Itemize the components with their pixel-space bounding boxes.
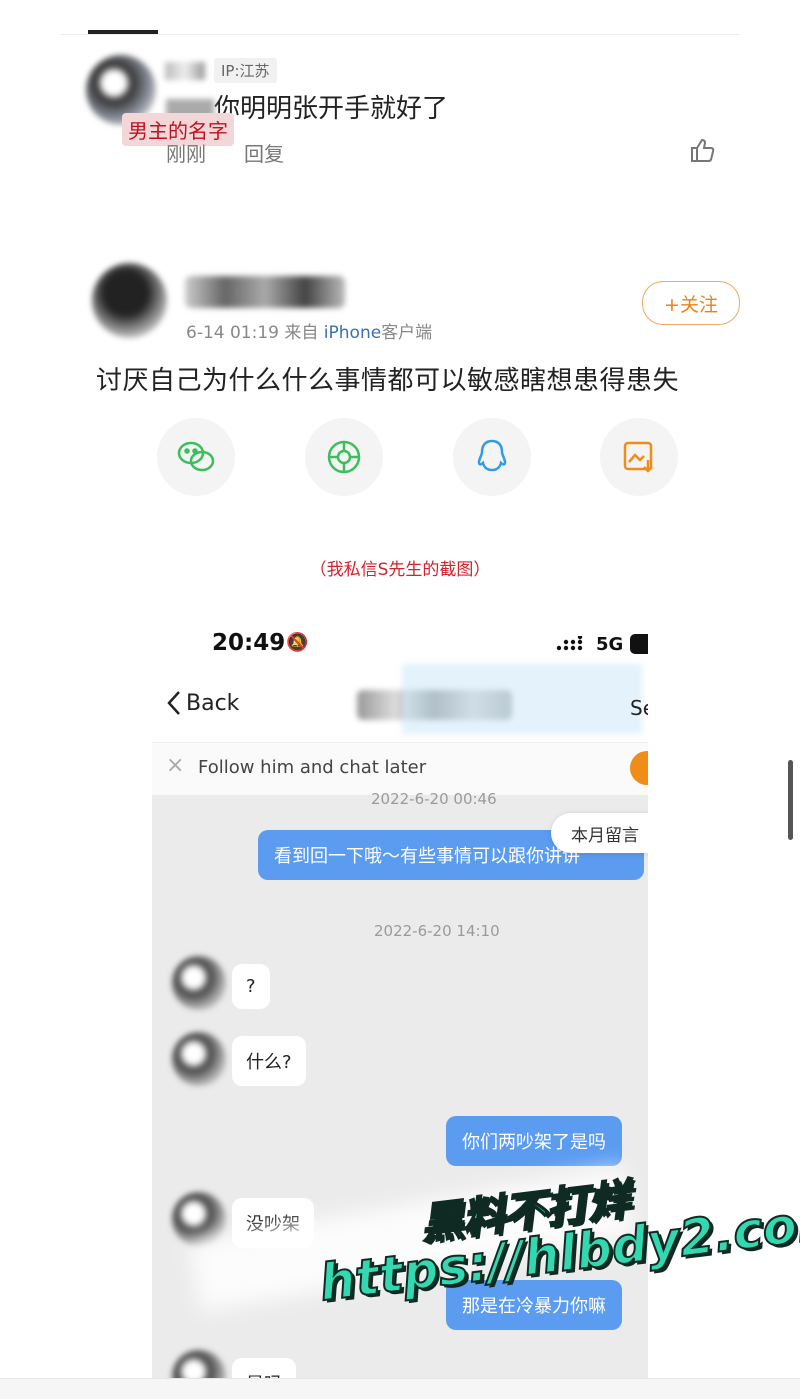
screenshot-caption: （我私信S先生的截图）: [309, 560, 491, 580]
received-message: ?: [232, 964, 270, 1009]
reply-button[interactable]: 回复: [244, 138, 284, 167]
contact-avatar: [172, 1032, 226, 1086]
follow-banner: × Follow him and chat later: [152, 742, 648, 795]
poster-avatar[interactable]: [92, 263, 167, 338]
follow-button[interactable]: +关注: [642, 281, 740, 325]
received-message: 是吗: [232, 1358, 296, 1380]
status-time: 20:49: [212, 630, 286, 656]
moments-icon: [327, 440, 361, 474]
signal-icon: [556, 634, 586, 652]
follow-banner-text: Follow him and chat later: [198, 757, 427, 778]
network-label: 5G: [596, 634, 624, 655]
battery-icon: [630, 634, 648, 654]
month-message-tab[interactable]: 本月留言: [551, 813, 648, 853]
back-label: Back: [186, 690, 240, 716]
wechat-icon: [177, 441, 215, 472]
timestamp: 2022-6-20 14:10: [374, 922, 500, 940]
chevron-left-icon: [167, 691, 180, 715]
comment-body: 你明明张开手就好了: [214, 94, 449, 124]
close-icon[interactable]: ×: [166, 753, 184, 778]
received-message: 什么?: [232, 1036, 306, 1086]
follow-label: +关注: [664, 293, 718, 316]
qq-icon: [477, 439, 507, 472]
share-moments-button[interactable]: [305, 418, 383, 496]
poster-name[interactable]: [185, 276, 345, 308]
contact-avatar: [172, 956, 226, 1010]
post-source[interactable]: iPhone: [324, 323, 381, 343]
share-wechat-button[interactable]: [157, 418, 235, 496]
settings-link[interactable]: Se: [630, 696, 648, 720]
active-tab-underline: [88, 30, 158, 34]
comment-time: 刚刚: [166, 142, 206, 166]
sent-message: 你们两吵架了是吗: [446, 1116, 622, 1166]
back-button[interactable]: Back: [166, 690, 239, 716]
timestamp: 2022-6-20 00:46: [371, 790, 497, 808]
save-image-icon: [623, 441, 653, 473]
post-meta: 6-14 01:19 来自 iPhone客户端: [186, 318, 432, 343]
follow-plus-button[interactable]: [630, 751, 648, 785]
bottom-bar: [0, 1378, 800, 1399]
like-icon[interactable]: [688, 136, 716, 164]
header-glare: [402, 664, 642, 734]
post-client: 客户端: [381, 323, 433, 343]
save-image-button[interactable]: [600, 418, 678, 496]
commenter-name[interactable]: [165, 62, 205, 80]
mute-bell-icon: 🔕: [286, 632, 309, 653]
share-qq-button[interactable]: [453, 418, 531, 496]
post-time: 6-14 01:19 来自: [186, 323, 319, 343]
post-text: 讨厌自己为什么什么事情都可以敏感瞎想患得患失: [96, 366, 680, 396]
top-divider: [60, 34, 740, 35]
ip-location-tag: IP:江苏: [214, 58, 277, 83]
contact-avatar: [172, 1350, 226, 1380]
scrollbar-thumb[interactable]: [788, 760, 793, 840]
